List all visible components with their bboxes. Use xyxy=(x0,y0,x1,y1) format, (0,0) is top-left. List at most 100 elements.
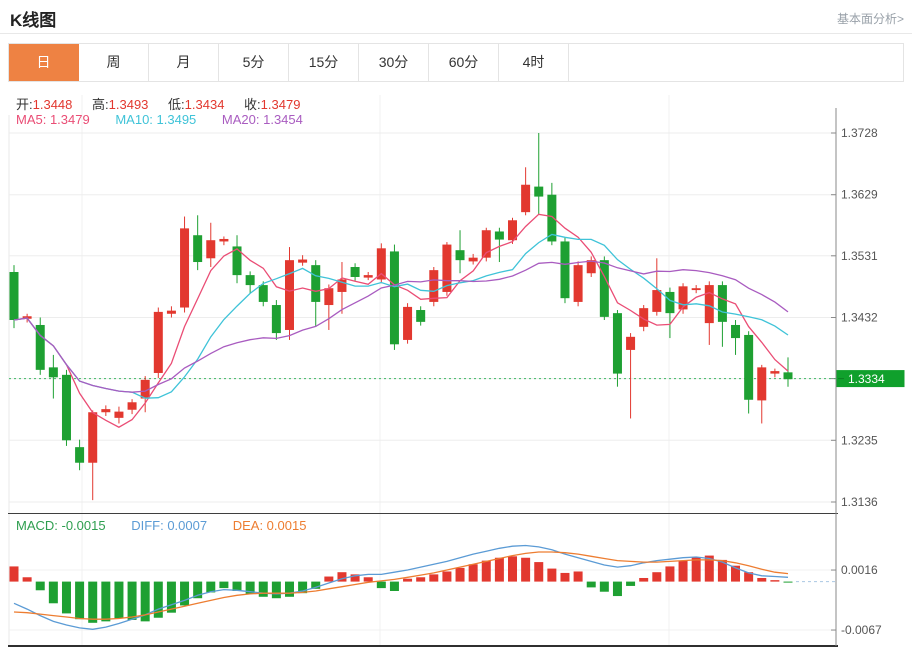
macd-bar[interactable] xyxy=(75,581,85,620)
macd-bar[interactable] xyxy=(534,562,544,582)
candle-body[interactable] xyxy=(245,275,255,286)
ma20-legend: MA20: 1.3454 xyxy=(221,112,303,127)
candle-body[interactable] xyxy=(560,241,570,299)
macd-bar[interactable] xyxy=(284,581,294,597)
macd-bar[interactable] xyxy=(639,577,649,582)
macd-bar[interactable] xyxy=(22,577,32,582)
ma5-line xyxy=(13,213,789,428)
candle-body[interactable] xyxy=(691,288,701,291)
macd-bar[interactable] xyxy=(9,566,19,582)
macd-bar[interactable] xyxy=(429,574,439,582)
candle-body[interactable] xyxy=(153,311,163,373)
candle-body[interactable] xyxy=(48,367,58,378)
candle-body[interactable] xyxy=(468,257,478,262)
macd-bar[interactable] xyxy=(389,581,399,591)
candle-body[interactable] xyxy=(757,367,767,401)
macd-bar[interactable] xyxy=(586,581,596,588)
macd-bar[interactable] xyxy=(521,557,531,582)
candle-body[interactable] xyxy=(298,259,308,263)
candle-body[interactable] xyxy=(271,305,281,334)
macd-bar[interactable] xyxy=(403,578,413,582)
candle-body[interactable] xyxy=(573,265,583,302)
macd-bar[interactable] xyxy=(612,581,622,597)
candle-body[interactable] xyxy=(731,324,741,339)
candle-body[interactable] xyxy=(363,275,373,278)
macd-bar[interactable] xyxy=(494,557,504,582)
candle-body[interactable] xyxy=(311,265,321,302)
candle-body[interactable] xyxy=(455,250,465,261)
macd-bar[interactable] xyxy=(481,560,491,582)
macd-bar[interactable] xyxy=(127,581,137,620)
macd-bar[interactable] xyxy=(468,564,478,582)
candle-body[interactable] xyxy=(389,251,399,345)
macd-bar[interactable] xyxy=(757,577,767,582)
candle-body[interactable] xyxy=(678,286,688,310)
macd-bar[interactable] xyxy=(652,572,662,582)
candle-body[interactable] xyxy=(717,285,727,322)
macd-bar[interactable] xyxy=(376,581,386,589)
candle-body[interactable] xyxy=(665,291,675,314)
macd-bar[interactable] xyxy=(547,568,557,582)
macd-bar[interactable] xyxy=(363,577,373,582)
candle-body[interactable] xyxy=(101,409,111,413)
candle-body[interactable] xyxy=(783,372,793,380)
candle-body[interactable] xyxy=(324,288,334,306)
macd-bar[interactable] xyxy=(678,560,688,582)
macd-bar[interactable] xyxy=(416,577,426,582)
open-label: 开: xyxy=(16,97,33,112)
macd-bar[interactable] xyxy=(271,581,281,599)
macd-bar[interactable] xyxy=(442,571,452,582)
macd-bar[interactable] xyxy=(770,580,780,582)
macd-bar[interactable] xyxy=(599,581,609,592)
macd-bar[interactable] xyxy=(783,581,793,583)
macd-bar[interactable] xyxy=(88,581,98,623)
macd-bar[interactable] xyxy=(573,571,583,582)
macd-bar[interactable] xyxy=(626,581,636,586)
candle-body[interactable] xyxy=(494,231,504,240)
candle-body[interactable] xyxy=(193,235,203,263)
diff-value: DIFF: 0.0007 xyxy=(131,518,208,533)
candle-body[interactable] xyxy=(704,285,714,324)
candle-body[interactable] xyxy=(376,248,386,280)
y-axis-label: 1.3136 xyxy=(841,495,878,509)
candle-body[interactable] xyxy=(114,411,124,418)
candle-body[interactable] xyxy=(284,260,294,330)
candle-body[interactable] xyxy=(416,310,426,322)
candle-body[interactable] xyxy=(521,184,531,213)
candle-body[interactable] xyxy=(127,402,137,410)
candle-body[interactable] xyxy=(219,238,229,242)
macd-bar[interactable] xyxy=(219,581,229,589)
macd-bar[interactable] xyxy=(258,581,268,597)
candle-body[interactable] xyxy=(403,306,413,340)
y-axis-label: 1.3629 xyxy=(841,188,878,202)
macd-bar[interactable] xyxy=(61,581,71,614)
candle-body[interactable] xyxy=(258,285,268,302)
macd-bar[interactable] xyxy=(665,566,675,582)
candle-body[interactable] xyxy=(61,374,71,441)
candle-body[interactable] xyxy=(429,270,439,302)
candle-body[interactable] xyxy=(652,290,662,312)
macd-bar[interactable] xyxy=(35,581,45,591)
candle-body[interactable] xyxy=(599,260,609,317)
candle-body[interactable] xyxy=(534,186,544,197)
macd-bar[interactable] xyxy=(455,567,465,582)
macd-bar[interactable] xyxy=(101,581,111,622)
candle-body[interactable] xyxy=(744,334,754,400)
macd-bar[interactable] xyxy=(508,556,518,582)
low-label: 低: xyxy=(168,97,185,112)
candle-body[interactable] xyxy=(626,336,636,350)
candle-body[interactable] xyxy=(206,240,216,259)
candle-body[interactable] xyxy=(770,371,780,374)
macd-bar[interactable] xyxy=(48,581,58,604)
candle-body[interactable] xyxy=(75,447,85,463)
candle-body[interactable] xyxy=(166,310,176,314)
candle-body[interactable] xyxy=(612,313,622,374)
macd-bar[interactable] xyxy=(114,581,124,619)
macd-bar[interactable] xyxy=(324,576,334,582)
candle-body[interactable] xyxy=(9,271,19,320)
macd-bar[interactable] xyxy=(560,572,570,582)
candle-body[interactable] xyxy=(88,412,98,463)
candle-body[interactable] xyxy=(350,267,360,277)
ma20-line xyxy=(13,260,789,393)
candle-body[interactable] xyxy=(180,228,190,308)
